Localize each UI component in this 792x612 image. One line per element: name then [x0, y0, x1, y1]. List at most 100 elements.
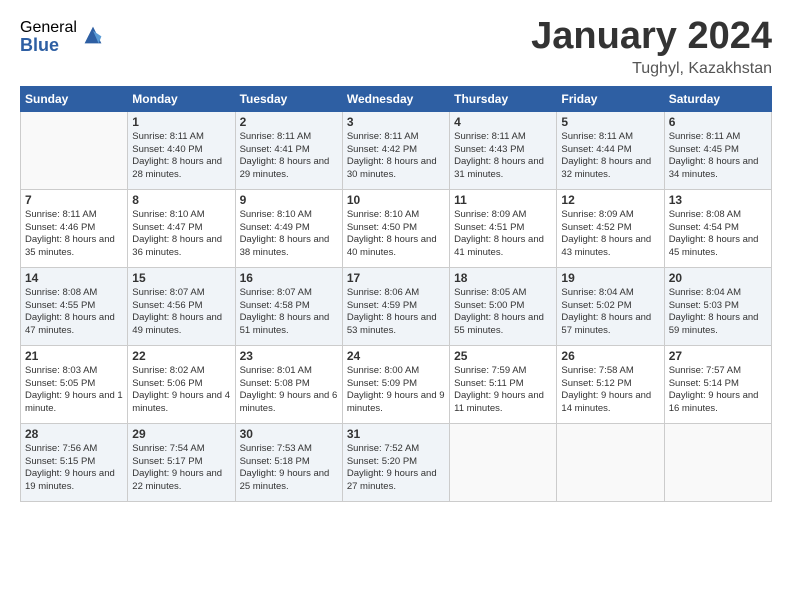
day-info: Sunrise: 8:10 AMSunset: 4:47 PMDaylight:…: [132, 209, 230, 260]
header-row: Sunday Monday Tuesday Wednesday Thursday…: [21, 86, 772, 111]
day-info: Sunrise: 8:11 AMSunset: 4:42 PMDaylight:…: [347, 131, 445, 182]
day-number: 25: [454, 349, 552, 363]
day-cell: 26 Sunrise: 7:58 AMSunset: 5:12 PMDayligh…: [557, 345, 664, 423]
day-cell: 31 Sunrise: 7:52 AMSunset: 5:20 PMDayligh…: [342, 423, 449, 501]
day-cell: 13Sunrise: 8:08 AMSunset: 4:54 PMDayligh…: [664, 189, 771, 267]
day-info: Sunrise: 8:11 AMSunset: 4:40 PMDaylight:…: [132, 131, 230, 182]
day-number: 24: [347, 349, 445, 363]
day-number: 17: [347, 271, 445, 285]
day-cell: 18Sunrise: 8:05 AMSunset: 5:00 PMDayligh…: [450, 267, 557, 345]
day-cell: 14 Sunrise: 8:08 AMSunset: 4:55 PMDayligh…: [21, 267, 128, 345]
day-info: Sunrise: 8:06 AMSunset: 4:59 PMDaylight:…: [347, 287, 445, 338]
day-cell: 19 Sunrise: 8:04 AMSunset: 5:02 PMDayligh…: [557, 267, 664, 345]
day-cell: [557, 423, 664, 501]
day-cell: 11 Sunrise: 8:09 AMSunset: 4:51 PMDayligh…: [450, 189, 557, 267]
day-number: 30: [240, 427, 338, 441]
day-cell: 29 Sunrise: 7:54 AMSunset: 5:17 PMDayligh…: [128, 423, 235, 501]
day-cell: 3 Sunrise: 8:11 AMSunset: 4:42 PMDaylight…: [342, 111, 449, 189]
day-cell: 21 Sunrise: 8:03 AMSunset: 5:05 PMDayligh…: [21, 345, 128, 423]
col-wednesday: Wednesday: [342, 86, 449, 111]
day-number: 7: [25, 193, 123, 207]
day-info: Sunrise: 8:11 AMSunset: 4:43 PMDaylight:…: [454, 131, 552, 182]
day-info: Sunrise: 7:56 AMSunset: 5:15 PMDaylight:…: [25, 443, 123, 494]
day-cell: 17 Sunrise: 8:06 AMSunset: 4:59 PMDayligh…: [342, 267, 449, 345]
day-cell: 23Sunrise: 8:01 AMSunset: 5:08 PMDayligh…: [235, 345, 342, 423]
day-info: Sunrise: 7:59 AMSunset: 5:11 PMDaylight:…: [454, 365, 552, 416]
day-cell: [21, 111, 128, 189]
day-info: Sunrise: 8:08 AMSunset: 4:54 PMDaylight:…: [669, 209, 767, 260]
logo-icon: [79, 21, 107, 49]
day-number: 11: [454, 193, 552, 207]
day-number: 29: [132, 427, 230, 441]
day-info: Sunrise: 7:54 AMSunset: 5:17 PMDaylight:…: [132, 443, 230, 494]
col-monday: Monday: [128, 86, 235, 111]
day-number: 31: [347, 427, 445, 441]
day-number: 28: [25, 427, 123, 441]
day-info: Sunrise: 8:04 AMSunset: 5:02 PMDaylight:…: [561, 287, 659, 338]
day-cell: [664, 423, 771, 501]
col-saturday: Saturday: [664, 86, 771, 111]
col-thursday: Thursday: [450, 86, 557, 111]
day-number: 3: [347, 115, 445, 129]
day-cell: 6 Sunrise: 8:11 AMSunset: 4:45 PMDaylight…: [664, 111, 771, 189]
day-cell: 22Sunrise: 8:02 AMSunset: 5:06 PMDayligh…: [128, 345, 235, 423]
day-number: 20: [669, 271, 767, 285]
day-number: 19: [561, 271, 659, 285]
day-cell: 27Sunrise: 7:57 AMSunset: 5:14 PMDayligh…: [664, 345, 771, 423]
day-info: Sunrise: 8:09 AMSunset: 4:51 PMDaylight:…: [454, 209, 552, 260]
day-info: Sunrise: 8:10 AMSunset: 4:50 PMDaylight:…: [347, 209, 445, 260]
day-number: 5: [561, 115, 659, 129]
day-cell: 2 Sunrise: 8:11 AMSunset: 4:41 PMDaylight…: [235, 111, 342, 189]
day-info: Sunrise: 8:07 AMSunset: 4:58 PMDaylight:…: [240, 287, 338, 338]
day-info: Sunrise: 8:11 AMSunset: 4:41 PMDaylight:…: [240, 131, 338, 182]
day-number: 22: [132, 349, 230, 363]
week-row-3: 21 Sunrise: 8:03 AMSunset: 5:05 PMDayligh…: [21, 345, 772, 423]
week-row-4: 28 Sunrise: 7:56 AMSunset: 5:15 PMDayligh…: [21, 423, 772, 501]
day-info: Sunrise: 7:53 AMSunset: 5:18 PMDaylight:…: [240, 443, 338, 494]
day-cell: 7Sunrise: 8:11 AMSunset: 4:46 PMDaylight…: [21, 189, 128, 267]
day-cell: 20 Sunrise: 8:04 AMSunset: 5:03 PMDayligh…: [664, 267, 771, 345]
day-info: Sunrise: 8:01 AMSunset: 5:08 PMDaylight:…: [240, 365, 338, 416]
day-cell: 24 Sunrise: 8:00 AMSunset: 5:09 PMDayligh…: [342, 345, 449, 423]
day-number: 6: [669, 115, 767, 129]
day-cell: 28 Sunrise: 7:56 AMSunset: 5:15 PMDayligh…: [21, 423, 128, 501]
week-row-1: 7Sunrise: 8:11 AMSunset: 4:46 PMDaylight…: [21, 189, 772, 267]
day-number: 2: [240, 115, 338, 129]
day-cell: 10Sunrise: 8:10 AMSunset: 4:50 PMDayligh…: [342, 189, 449, 267]
col-sunday: Sunday: [21, 86, 128, 111]
calendar-table: Sunday Monday Tuesday Wednesday Thursday…: [20, 86, 772, 502]
day-cell: 8Sunrise: 8:10 AMSunset: 4:47 PMDaylight…: [128, 189, 235, 267]
day-info: Sunrise: 8:04 AMSunset: 5:03 PMDaylight:…: [669, 287, 767, 338]
day-number: 1: [132, 115, 230, 129]
page-container: General Blue January 2024 Tughyl, Kazakh…: [0, 0, 792, 512]
day-cell: 12Sunrise: 8:09 AMSunset: 4:52 PMDayligh…: [557, 189, 664, 267]
day-info: Sunrise: 8:00 AMSunset: 5:09 PMDaylight:…: [347, 365, 445, 416]
day-number: 14: [25, 271, 123, 285]
day-number: 15: [132, 271, 230, 285]
day-info: Sunrise: 7:57 AMSunset: 5:14 PMDaylight:…: [669, 365, 767, 416]
week-row-2: 14 Sunrise: 8:08 AMSunset: 4:55 PMDayligh…: [21, 267, 772, 345]
day-info: Sunrise: 8:03 AMSunset: 5:05 PMDaylight:…: [25, 365, 123, 416]
day-number: 9: [240, 193, 338, 207]
logo-text: General Blue: [20, 20, 77, 54]
day-number: 21: [25, 349, 123, 363]
day-info: Sunrise: 8:08 AMSunset: 4:55 PMDaylight:…: [25, 287, 123, 338]
day-cell: 16 Sunrise: 8:07 AMSunset: 4:58 PMDayligh…: [235, 267, 342, 345]
day-cell: 9Sunrise: 8:10 AMSunset: 4:49 PMDaylight…: [235, 189, 342, 267]
day-number: 26: [561, 349, 659, 363]
day-cell: 5 Sunrise: 8:11 AMSunset: 4:44 PMDaylight…: [557, 111, 664, 189]
day-cell: 1 Sunrise: 8:11 AMSunset: 4:40 PMDaylight…: [128, 111, 235, 189]
day-cell: 25 Sunrise: 7:59 AMSunset: 5:11 PMDayligh…: [450, 345, 557, 423]
title-section: January 2024 Tughyl, Kazakhstan: [531, 16, 772, 78]
day-number: 16: [240, 271, 338, 285]
day-info: Sunrise: 7:52 AMSunset: 5:20 PMDaylight:…: [347, 443, 445, 494]
month-title: January 2024: [531, 16, 772, 58]
day-info: Sunrise: 8:11 AMSunset: 4:44 PMDaylight:…: [561, 131, 659, 182]
day-info: Sunrise: 8:11 AMSunset: 4:45 PMDaylight:…: [669, 131, 767, 182]
location: Tughyl, Kazakhstan: [531, 60, 772, 78]
day-info: Sunrise: 7:58 AMSunset: 5:12 PMDaylight:…: [561, 365, 659, 416]
day-cell: 15Sunrise: 8:07 AMSunset: 4:56 PMDayligh…: [128, 267, 235, 345]
logo-general: General: [20, 20, 77, 36]
day-info: Sunrise: 8:09 AMSunset: 4:52 PMDaylight:…: [561, 209, 659, 260]
logo: General Blue: [20, 20, 107, 54]
